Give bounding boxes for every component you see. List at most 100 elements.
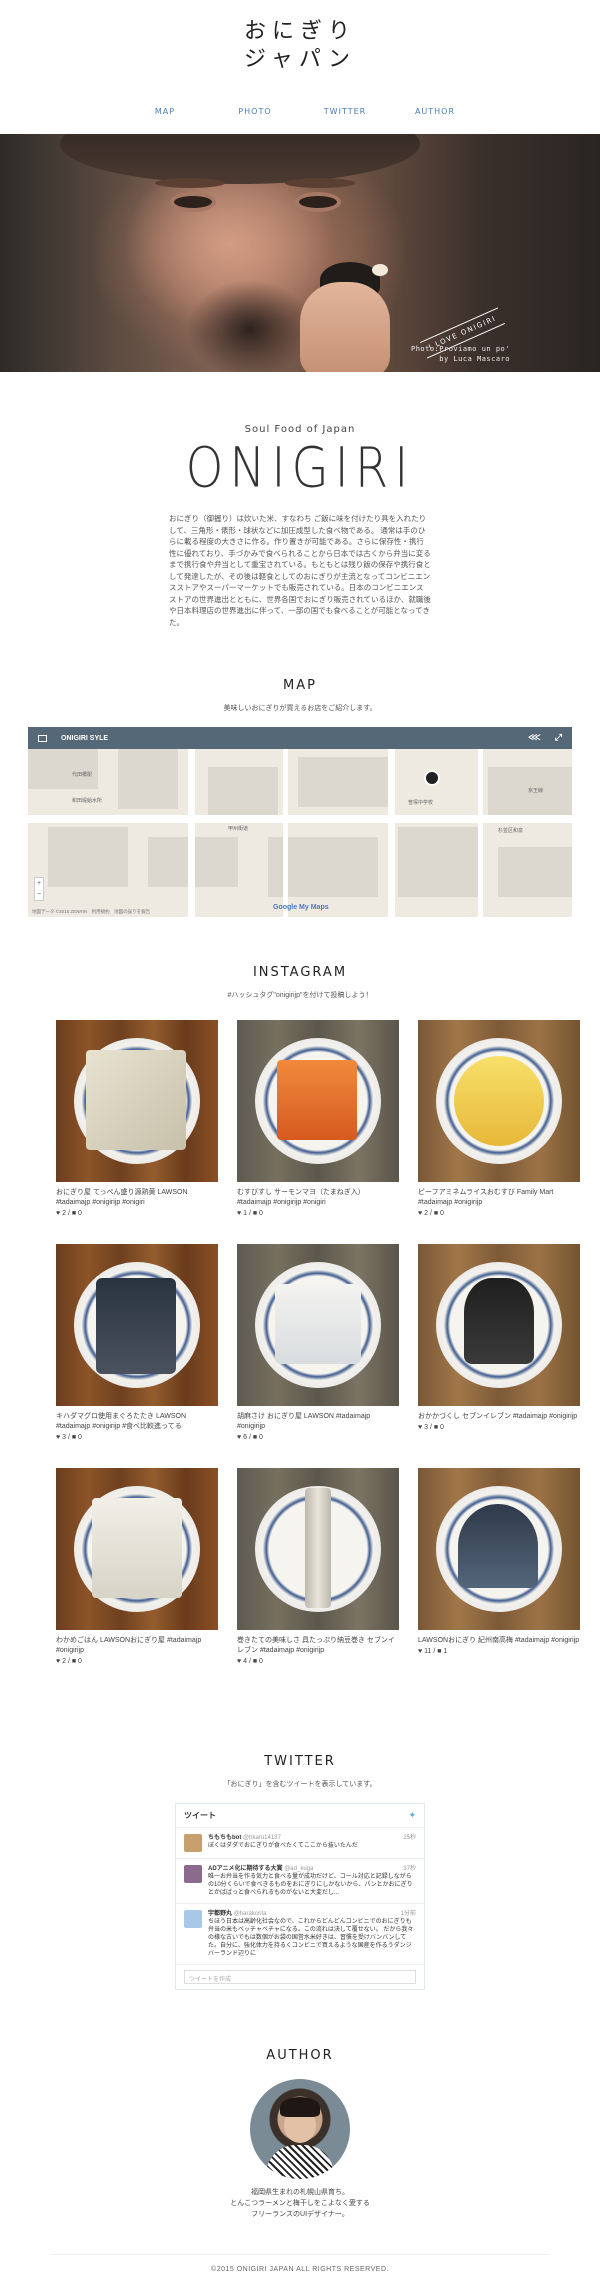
twitter-title: TWITTER	[264, 1754, 336, 1769]
twitter-subtitle: 「おにぎり」を含むツイートを表示しています。	[223, 1781, 377, 1788]
map-road	[283, 749, 288, 917]
tweet-avatar[interactable]	[184, 1834, 202, 1852]
author-bio-line: とんこつラーメンと梅干しをこよなく愛する	[230, 2200, 370, 2207]
tweet-avatar[interactable]	[184, 1910, 202, 1928]
onigiri-package-image	[275, 1284, 361, 1364]
instagram-photo[interactable]	[418, 1244, 580, 1406]
instagram-photo[interactable]	[237, 1244, 399, 1406]
tweet-author-name[interactable]: ADアニメ化に期待する大賞	[208, 1866, 283, 1872]
map-toolbar: ONIGIRI SYLE ⋘ ⤢	[28, 727, 572, 749]
instagram-caption[interactable]: 胡麻さけ おにぎり屋 LAWSON #tadaimajp #onigirijp	[237, 1412, 399, 1432]
footer-copyright: ©2015 ONIGIRI JAPAN ALL RIGHTS RESERVED.	[211, 2266, 389, 2273]
map-road	[188, 749, 195, 917]
fullscreen-icon[interactable]: ⤢	[555, 732, 562, 743]
instagram-photo[interactable]	[56, 1244, 218, 1406]
tweet-time[interactable]: 1分前	[401, 1910, 416, 1918]
twitter-section: TWITTER 「おにぎり」を含むツイートを表示しています。 ツイート ✦ 25…	[0, 1692, 600, 1990]
map-place-label: 和田堀給水所	[72, 798, 103, 804]
hero-hair	[60, 134, 420, 184]
instagram-caption[interactable]: キハダマグロ使用まぐろたたき LAWSON #tadaimajp #onigir…	[56, 1412, 218, 1432]
hero-brow-right	[285, 178, 355, 188]
hero-credit-line2: by Luca Mascaro	[439, 355, 510, 363]
hero-hand	[300, 282, 390, 372]
instagram-post[interactable]: 巻きたての美味しさ 具たっぷり納豆巻き セブンイレブン #tadaimajp #…	[237, 1468, 399, 1692]
site-title[interactable]: おにぎり ジャパン	[0, 18, 600, 74]
instagram-post[interactable]: LAWSONおにぎり 紀州南高梅 #tadaimajp #onigirijp ♥ …	[418, 1468, 580, 1692]
tweet-item[interactable]: 25秒 ちもちもbot @hkaru14137 ぼくはダダでおにぎりが食べたくて…	[176, 1828, 424, 1859]
tweet-time[interactable]: 37秒	[403, 1865, 416, 1873]
instagram-caption[interactable]: おにぎり屋 てっぺん盛り源熟黄 LAWSON #tadaimajp #onigi…	[56, 1188, 218, 1208]
instagram-post[interactable]: ビーフアミネムライスおむすび Family Mart #tadaimajp #o…	[418, 1020, 580, 1244]
map-road	[388, 749, 395, 917]
onigiri-package-image	[464, 1278, 534, 1364]
tweet-item[interactable]: 1分前 宇都野丸 @harakorita ちほう日本は高齢化社会なので、これから…	[176, 1904, 424, 1965]
map-attribution[interactable]: 地図データ ©2015 ZENRIN 利用規約 地図の誤りを報告	[32, 909, 150, 915]
map-road	[28, 815, 572, 823]
tweet-text: ぼくはダダでおにぎりが食べたくてここから抜いたんだ	[208, 1843, 358, 1849]
instagram-stats: ♥ 3 / ■ 0	[56, 1434, 82, 1441]
onigiri-package-image	[305, 1488, 331, 1608]
tweet-text: 唯一お弁当を作る気力と食べる量が成功だけど、コール対応と記録しながらの10分くら…	[208, 1874, 413, 1896]
tweet-author-name[interactable]: ちもちもbot	[208, 1835, 241, 1841]
instagram-stats: ♥ 2 / ■ 0	[418, 1210, 444, 1217]
instagram-photo[interactable]	[56, 1020, 218, 1182]
nav-item-author[interactable]: AUTHOR	[390, 107, 480, 116]
site-title-line1: おにぎり	[243, 19, 356, 44]
instagram-photo[interactable]	[237, 1468, 399, 1630]
hero-credit-line1: Photo:Proviamo un po'	[410, 345, 510, 353]
author-bio-line: フリーランスのUIデザイナー。	[251, 2211, 349, 2218]
map-block	[298, 757, 388, 807]
instagram-caption[interactable]: LAWSONおにぎり 紀州南高梅 #tadaimajp #onigirijp	[418, 1636, 580, 1646]
instagram-photo[interactable]	[418, 1468, 580, 1630]
instagram-caption[interactable]: わかめごはん LAWSONおにぎり屋 #tadaimajp #onigirijp	[56, 1636, 218, 1656]
instagram-post[interactable]: わかめごはん LAWSONおにぎり屋 #tadaimajp #onigirijp…	[56, 1468, 218, 1692]
instagram-caption[interactable]: おかかづくし セブンイレブン #tadaimajp #onigirijp	[418, 1412, 580, 1422]
tweet-text: ちほう日本は高齢化社会なので、これからどんどんコンビニでのおにぎりも弁当の米もベ…	[208, 1919, 414, 1957]
instagram-photo[interactable]	[56, 1468, 218, 1630]
instagram-section: INSTAGRAM #ハッシュタグ"onigirijp"を付けて投稿しよう！ お…	[0, 917, 600, 1692]
map-place-label: 京王線	[528, 788, 544, 794]
map-embed[interactable]: ONIGIRI SYLE ⋘ ⤢ 代田橋駅 和田堀給水所 笹塚中学校 杉並区和泉…	[28, 727, 572, 917]
tweet-avatar[interactable]	[184, 1865, 202, 1883]
instagram-grid: おにぎり屋 てっぺん盛り源熟黄 LAWSON #tadaimajp #onigi…	[56, 1020, 580, 1692]
twitter-widget-header: ツイート ✦	[176, 1804, 424, 1828]
site-title-line2: ジャパン	[243, 47, 356, 72]
nav-item-map[interactable]: MAP	[120, 107, 210, 116]
map-block	[208, 767, 278, 817]
hero-rice	[372, 264, 388, 276]
map-block	[28, 749, 98, 789]
nav-item-twitter[interactable]: TWITTER	[300, 107, 390, 116]
tweet-compose-input[interactable]: ツイートを作成	[184, 1970, 416, 1984]
tweet-item[interactable]: 37秒 ADアニメ化に期待する大賞 @ad_kuga 唯一お弁当を作る気力と食べ…	[176, 1859, 424, 1904]
instagram-caption[interactable]: 巻きたての美味しさ 具たっぷり納豆巻き セブンイレブン #tadaimajp #…	[237, 1636, 399, 1656]
hero-eye-left	[170, 192, 216, 212]
instagram-caption[interactable]: ビーフアミネムライスおむすび Family Mart #tadaimajp #o…	[418, 1188, 580, 1208]
instagram-photo[interactable]	[418, 1020, 580, 1182]
share-icon[interactable]: ⋘	[528, 732, 541, 743]
instagram-photo[interactable]	[237, 1020, 399, 1182]
map-sidebar-icon[interactable]	[38, 734, 47, 742]
intro-body: おにぎり（御握り）は炊いた米、すなわち ご飯に味を付けたり具を入れたりして、三角…	[169, 514, 431, 627]
instagram-stats: ♥ 3 / ■ 0	[418, 1424, 444, 1431]
tweet-author-name[interactable]: 宇都野丸	[208, 1911, 232, 1917]
intro-section: Soul Food of Japan ONIGIRI おにぎり（御握り）は炊いた…	[0, 372, 600, 628]
zoom-out-button[interactable]: −	[35, 889, 43, 900]
map-marker-icon[interactable]	[424, 770, 440, 786]
map-zoom-control[interactable]: + −	[34, 877, 44, 901]
map-block	[118, 749, 178, 809]
map-place-label: 甲州街道	[228, 826, 249, 832]
author-avatar-hair	[280, 2097, 320, 2117]
instagram-post[interactable]: むすびすし サーモンマヨ（たまねぎ入） #tadaimajp #onigirij…	[237, 1020, 399, 1244]
onigiri-package-image	[96, 1278, 176, 1374]
instagram-post[interactable]: 胡麻さけ おにぎり屋 LAWSON #tadaimajp #onigirijp ♥…	[237, 1244, 399, 1468]
instagram-caption[interactable]: むすびすし サーモンマヨ（たまねぎ入） #tadaimajp #onigirij…	[237, 1188, 399, 1208]
tweet-author-handle: @harakorita	[233, 1911, 267, 1917]
hero-image: I LOVE ONIGIRI Photo:Proviamo un po' by …	[0, 134, 600, 372]
instagram-post[interactable]: おかかづくし セブンイレブン #tadaimajp #onigirijp ♥ 3 …	[418, 1244, 580, 1468]
instagram-post[interactable]: キハダマグロ使用まぐろたたき LAWSON #tadaimajp #onigir…	[56, 1244, 218, 1468]
twitter-bird-icon[interactable]: ✦	[408, 1810, 416, 1821]
nav-item-photo[interactable]: PHOTO	[210, 107, 300, 116]
instagram-post[interactable]: おにぎり屋 てっぺん盛り源熟黄 LAWSON #tadaimajp #onigi…	[56, 1020, 218, 1244]
zoom-in-button[interactable]: +	[35, 878, 43, 889]
tweet-time[interactable]: 25秒	[403, 1834, 416, 1842]
